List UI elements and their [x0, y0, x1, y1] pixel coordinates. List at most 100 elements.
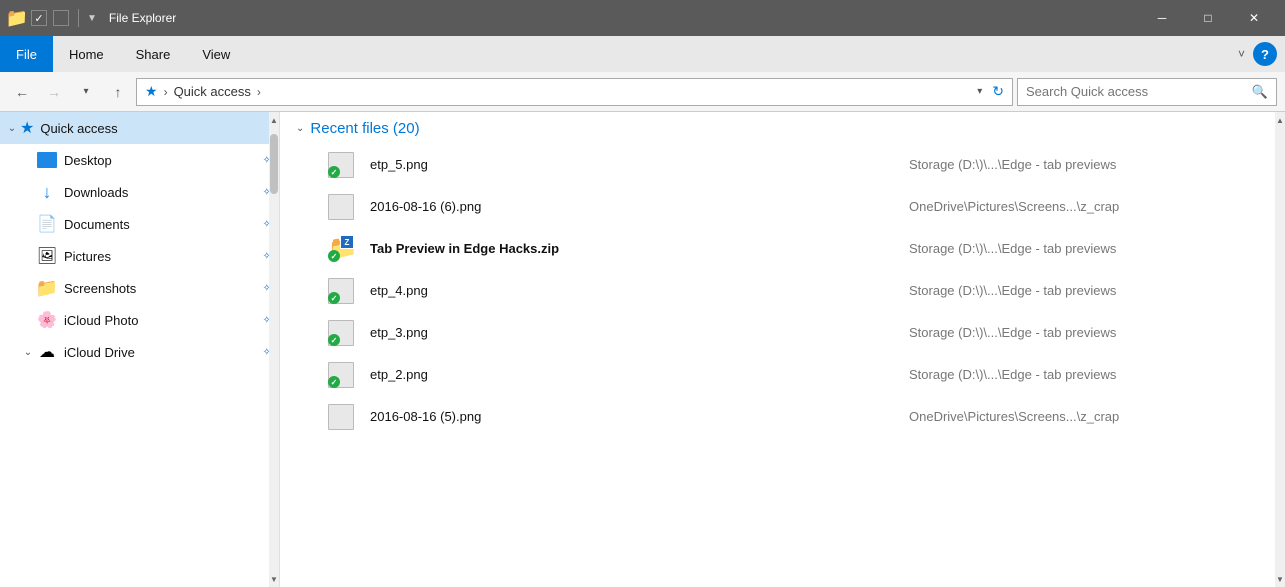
icloud-drive-icon: ☁ [36, 341, 58, 363]
icloud-photo-icon: 🌸 [36, 309, 58, 331]
file-scroll-down[interactable]: ▼ [1275, 571, 1285, 587]
sidebar-scroll-down[interactable]: ▼ [269, 571, 279, 587]
dropdown-history-button[interactable]: ▾ [72, 78, 100, 106]
blank-icon [52, 9, 70, 27]
section-expand-icon: ⌄ [296, 123, 304, 134]
check-badge: ✓ [328, 292, 340, 304]
menu-home[interactable]: Home [53, 36, 120, 72]
file-icon-etp4: ✓ [328, 274, 360, 306]
path-quick-access: Quick access [174, 84, 251, 99]
back-button[interactable]: ← [8, 78, 36, 106]
menu-share[interactable]: Share [120, 36, 187, 72]
file-icon-zip: 📁 Z ✓ [328, 232, 360, 264]
folder-icon: 📁 [8, 9, 26, 27]
file-location: Storage (D:\)\...\Edge - tab previews [909, 367, 1269, 382]
section-title: Recent files (20) [310, 120, 419, 137]
expand-arrow-icloud-drive: ⌄ [20, 347, 36, 358]
table-row[interactable]: 📁 Z ✓ Tab Preview in Edge Hacks.zip Stor… [280, 227, 1285, 269]
up-button[interactable]: ↑ [104, 78, 132, 106]
sidebar-scroll-up[interactable]: ▲ [269, 112, 279, 128]
check-icon: ✓ [30, 9, 48, 27]
table-row[interactable]: ✓ etp_2.png Storage (D:\)\...\Edge - tab… [280, 353, 1285, 395]
check-badge: ✓ [328, 334, 340, 346]
sidebar-scrollbar[interactable]: ▲ ▼ [269, 112, 279, 587]
table-row[interactable]: ✓ etp_4.png Storage (D:\)\...\Edge - tab… [280, 269, 1285, 311]
file-name: etp_5.png [370, 157, 909, 172]
search-box: 🔍 [1017, 78, 1277, 106]
title-separator [78, 9, 79, 27]
file-location: OneDrive\Pictures\Screens...\z_crap [909, 409, 1269, 424]
table-row[interactable]: ✓ etp_5.png Storage (D:\)\...\Edge - tab… [280, 143, 1285, 185]
menu-file[interactable]: File [0, 36, 53, 72]
title-down-arrow[interactable]: ▼ [87, 13, 97, 24]
screenshots-label: Screenshots [64, 281, 259, 296]
sidebar-item-quick-access[interactable]: ⌄ ★ Quick access [0, 112, 279, 144]
sidebar: ⌄ ★ Quick access Desktop ✧ ↓ Downloads ✧ [0, 112, 280, 587]
pictures-label: Pictures [64, 249, 259, 264]
file-icon-etp2: ✓ [328, 358, 360, 390]
table-row[interactable]: 2016-08-16 (5).png OneDrive\Pictures\Scr… [280, 395, 1285, 437]
expand-arrow-qa: ⌄ [4, 123, 20, 134]
menu-bar: File Home Share View ˅ ? [0, 36, 1285, 72]
close-button[interactable]: ✕ [1231, 0, 1277, 36]
forward-button[interactable]: → [40, 78, 68, 106]
search-input[interactable] [1026, 84, 1248, 99]
title-bar: 📁 ✓ ▼ File Explorer ─ □ ✕ [0, 0, 1285, 36]
address-path[interactable]: ★ › Quick access › ▾ ↻ [136, 78, 1013, 106]
path-separator-1: › [164, 85, 168, 99]
file-location: Storage (D:\)\...\Edge - tab previews [909, 241, 1269, 256]
zip-check: ✓ [328, 250, 340, 262]
file-icon-etp3: ✓ [328, 316, 360, 348]
address-bar: ← → ▾ ↑ ★ › Quick access › ▾ ↻ 🔍 [0, 72, 1285, 112]
table-row[interactable]: ✓ etp_3.png Storage (D:\)\...\Edge - tab… [280, 311, 1285, 353]
recent-files-header[interactable]: ⌄ Recent files (20) [280, 112, 1285, 143]
sidebar-item-pictures[interactable]: 🖼 Pictures ✧ [0, 240, 279, 272]
sidebar-item-icloud-drive[interactable]: ⌄ ☁ iCloud Drive ✧ [0, 336, 279, 368]
menu-chevron-down[interactable]: ˅ [1238, 47, 1245, 61]
screenshots-icon: 📁 [36, 277, 58, 299]
downloads-icon: ↓ [36, 181, 58, 203]
icloud-photo-label: iCloud Photo [64, 313, 259, 328]
file-location: Storage (D:\)\...\Edge - tab previews [909, 157, 1269, 172]
documents-label: Documents [64, 217, 259, 232]
sidebar-item-screenshots[interactable]: 📁 Screenshots ✧ [0, 272, 279, 304]
file-scroll-up[interactable]: ▲ [1275, 112, 1285, 128]
file-name: 2016-08-16 (6).png [370, 199, 909, 214]
refresh-button[interactable]: ↻ [992, 83, 1004, 100]
quick-access-label: Quick access [40, 121, 117, 136]
sidebar-scroll-thumb [270, 134, 278, 194]
sidebar-item-desktop[interactable]: Desktop ✧ [0, 144, 279, 176]
file-name: etp_4.png [370, 283, 909, 298]
icloud-drive-label: iCloud Drive [64, 345, 259, 360]
path-separator-2: › [257, 85, 261, 99]
window-controls: ─ □ ✕ [1139, 0, 1277, 36]
file-name: etp_3.png [370, 325, 909, 340]
zip-badge: Z [340, 235, 354, 249]
file-name: 2016-08-16 (5).png [370, 409, 909, 424]
path-star-icon: ★ [145, 83, 158, 100]
title-bar-icons: 📁 ✓ ▼ [8, 9, 105, 27]
sidebar-item-downloads[interactable]: ↓ Downloads ✧ [0, 176, 279, 208]
star-icon: ★ [20, 118, 34, 138]
downloads-label: Downloads [64, 185, 259, 200]
desktop-folder-icon [36, 149, 58, 171]
help-button[interactable]: ? [1253, 42, 1277, 66]
sidebar-item-documents[interactable]: 📄 Documents ✧ [0, 208, 279, 240]
check-badge: ✓ [328, 166, 340, 178]
file-name: etp_2.png [370, 367, 909, 382]
check-badge: ✓ [328, 376, 340, 388]
table-row[interactable]: 2016-08-16 (6).png OneDrive\Pictures\Scr… [280, 185, 1285, 227]
sidebar-item-icloud-photo[interactable]: 🌸 iCloud Photo ✧ [0, 304, 279, 336]
pictures-icon: 🖼 [36, 245, 58, 267]
documents-icon: 📄 [36, 213, 58, 235]
main-content: ⌄ ★ Quick access Desktop ✧ ↓ Downloads ✧ [0, 112, 1285, 587]
file-name: Tab Preview in Edge Hacks.zip [370, 241, 909, 256]
menu-view[interactable]: View [186, 36, 246, 72]
maximize-button[interactable]: □ [1185, 0, 1231, 36]
file-location: Storage (D:\)\...\Edge - tab previews [909, 283, 1269, 298]
file-list-scrollbar[interactable]: ▲ ▼ [1275, 112, 1285, 587]
file-list: ⌄ Recent files (20) ✓ etp_5.png Storage … [280, 112, 1285, 587]
address-dropdown-arrow[interactable]: ▾ [977, 86, 982, 97]
minimize-button[interactable]: ─ [1139, 0, 1185, 36]
desktop-label: Desktop [64, 153, 259, 168]
